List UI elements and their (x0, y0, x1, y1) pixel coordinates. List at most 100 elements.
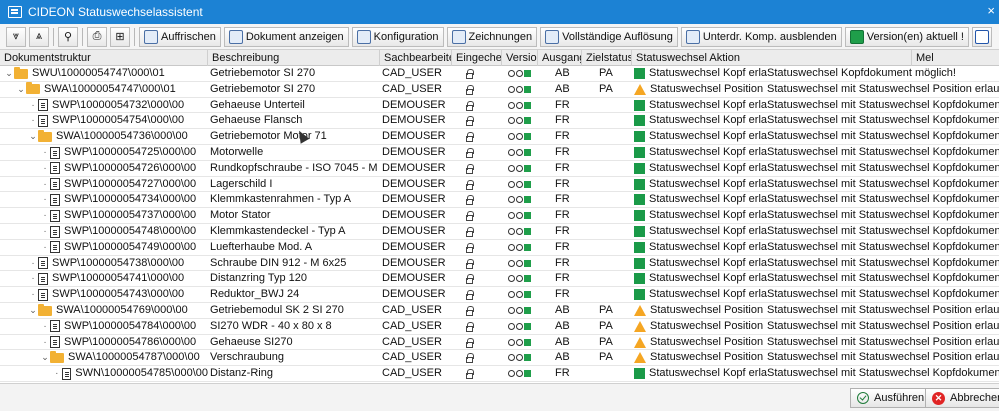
chevron-down-icon[interactable]: ⌄ (16, 82, 26, 97)
find-button[interactable]: ⚲ (58, 26, 78, 47)
output-status-cell: FR (555, 98, 570, 111)
status-action-text: Statuswechsel Kopf erlaubt (649, 209, 767, 222)
tree-cell: · SWP\10000054741\000\00 (28, 271, 208, 286)
version-cell (506, 240, 538, 255)
close-icon[interactable]: × (987, 3, 995, 18)
hide-suppressed-button[interactable]: Unterdr. Komp. ausblenden (680, 26, 842, 47)
description-cell: Getriebemotor SI 270 (210, 67, 316, 79)
table-row[interactable]: · SWP\10000054726\000\00 Rundkopfschraube … (0, 161, 999, 177)
warning-triangle-icon (634, 305, 646, 316)
editor-cell: DEMOUSER (382, 98, 446, 111)
description-cell: Gehaeuse Flansch (210, 114, 303, 127)
export-button[interactable]: ⊞ (110, 26, 130, 47)
green-square-icon (524, 133, 531, 141)
message-cell: Statuswechsel mit Statuswechsel Kopfdoku… (767, 225, 999, 237)
versions-current-button[interactable]: Version(en) aktuell ! (844, 26, 969, 47)
tree-cell: ⌄ SWA\10000054747\000\01 (16, 82, 208, 97)
table-row[interactable]: · SWN\10000054785\000\00 Distanz-Ring CAD_U… (0, 366, 999, 382)
column-header-status-action[interactable]: Statuswechsel Aktion (632, 50, 912, 66)
status-action-text: Statuswechsel Kopf erlaubt (649, 114, 767, 127)
table-row[interactable]: · SWP\10000054749\000\00 Luefterhaube Mod.… (0, 240, 999, 256)
status-action-cell: Statuswechsel Position (634, 303, 767, 318)
expand-all-button[interactable]: ⩔ (6, 26, 26, 47)
table-row[interactable]: · SWP\10000054732\000\00 Gehaeuse Untertei… (0, 98, 999, 114)
column-header-description[interactable]: Beschreibung (208, 50, 380, 66)
table-row[interactable]: ⌄ SWA\10000054747\000\01 Getriebemotor SI … (0, 82, 999, 98)
output-status-cell: AB (555, 304, 570, 316)
execute-button[interactable]: Ausführen (850, 388, 932, 408)
output-status-cell: AB (555, 319, 570, 332)
table-row[interactable]: · SWP\10000054754\000\00 Gehaeuse Flansch D… (0, 113, 999, 130)
green-square-icon (634, 241, 645, 253)
checked-in-cell (460, 98, 500, 113)
table-row[interactable]: · SWP\10000054786\000\00 Gehaeuse SI270 CAD… (0, 335, 999, 351)
refresh-button[interactable]: Auffrischen (139, 26, 221, 47)
green-square-icon (524, 338, 531, 346)
chevron-down-icon[interactable]: ⌄ (40, 350, 50, 365)
configuration-button[interactable]: Konfiguration (351, 26, 444, 47)
ring-icon (508, 212, 515, 220)
green-square-icon (524, 354, 531, 362)
table-row[interactable]: ⌄ SWA\10000054787\000\00 Verschraubung CAD_… (0, 350, 999, 367)
table-row[interactable]: · SWP\10000054741\000\00 Distanzring Typ 1… (0, 271, 999, 288)
column-header-target-status[interactable]: Zielstatus (582, 50, 632, 66)
collapse-all-button[interactable]: ⩓ (29, 26, 49, 47)
checked-in-cell (460, 208, 500, 223)
column-header-checked-in[interactable]: Eingechec (452, 50, 502, 66)
column-header-editor[interactable]: Sachbearbeiter (380, 50, 452, 66)
editor-cell: DEMOUSER (382, 161, 446, 174)
table-row[interactable]: · SWP\10000054748\000\00 Klemmkastendeckel… (0, 224, 999, 240)
status-action-text: Statuswechsel Kopf erlaubt (649, 225, 767, 237)
column-header-message[interactable]: Mel (912, 50, 999, 66)
version-cell (506, 271, 538, 286)
document-structure-text: SWP\10000054734\000\00 (64, 193, 197, 206)
version-cell (506, 287, 538, 302)
green-square-icon (634, 368, 645, 380)
message-cell: Statuswechsel mit Statuswechsel Position… (767, 335, 999, 348)
table-row[interactable]: · SWP\10000054734\000\00 Klemmkastenrahmen… (0, 192, 999, 209)
folder-icon (50, 350, 64, 363)
full-resolution-button[interactable]: Vollständige Auflösung (540, 26, 678, 47)
checked-in-cell (460, 177, 500, 192)
column-header-version[interactable]: Version (502, 50, 538, 66)
lock-icon (466, 227, 474, 237)
document-icon (50, 193, 60, 206)
print-button[interactable]: ⎙ (87, 26, 107, 47)
column-header-output[interactable]: Ausgang (538, 50, 582, 66)
target-status-cell: PA (599, 351, 613, 364)
table-row[interactable]: · SWP\10000054784\000\00 SI270 WDR - 40 x … (0, 319, 999, 335)
warning-triangle-icon (634, 352, 646, 364)
table-row[interactable]: ⌄ SWA\10000054769\000\00 Getriebemodul SK … (0, 303, 999, 319)
green-square-icon (524, 307, 531, 314)
green-square-icon (634, 194, 645, 206)
green-square-icon (524, 101, 531, 109)
target-status-cell (599, 256, 632, 271)
tree-cell: · SWP\10000054754\000\00 (28, 113, 208, 128)
table-row[interactable]: · SWP\10000054743\000\00 Reduktor_BWJ 24 DE… (0, 287, 999, 303)
drawings-button[interactable]: Zeichnungen (446, 26, 538, 47)
cancel-button[interactable]: ✕ Abbrechen (925, 388, 999, 408)
document-icon (50, 241, 60, 254)
lock-icon (466, 290, 474, 301)
editor-cell: DEMOUSER (382, 209, 446, 222)
table-row[interactable]: · SWP\10000054727\000\00 Lagerschild I DEMO… (0, 177, 999, 193)
chevron-down-icon[interactable]: ⌄ (28, 129, 38, 144)
version-cell (506, 129, 538, 144)
table-row[interactable]: · SWP\10000054738\000\00 Schraube DIN 912 … (0, 256, 999, 272)
show-document-button[interactable]: Dokument anzeigen (223, 26, 349, 47)
table-row[interactable]: · SWP\10000054725\000\00 Motorwelle DEMOUSE… (0, 145, 999, 161)
table-row[interactable]: ⌄ SWA\10000054736\000\00 Getriebemotor Mot… (0, 129, 999, 145)
chevron-down-icon[interactable]: ⌄ (4, 66, 14, 81)
column-header-structure[interactable]: Dokumentstruktur (0, 50, 208, 66)
editor-cell: DEMOUSER (382, 146, 446, 158)
target-status-cell (599, 98, 632, 113)
checked-in-cell (460, 66, 500, 81)
ring-icon (516, 322, 523, 330)
table-row[interactable]: · SWP\10000054737\000\00 Motor Stator DEMOU… (0, 208, 999, 224)
table-row[interactable]: ⌄ SWU\10000054747\000\01 Getriebemotor SI … (0, 66, 999, 82)
chevron-down-icon[interactable]: ⌄ (28, 303, 38, 318)
version-cell (506, 98, 538, 113)
drawing-icon (451, 29, 466, 44)
target-status-cell (599, 145, 632, 160)
info-button[interactable] (971, 26, 992, 47)
